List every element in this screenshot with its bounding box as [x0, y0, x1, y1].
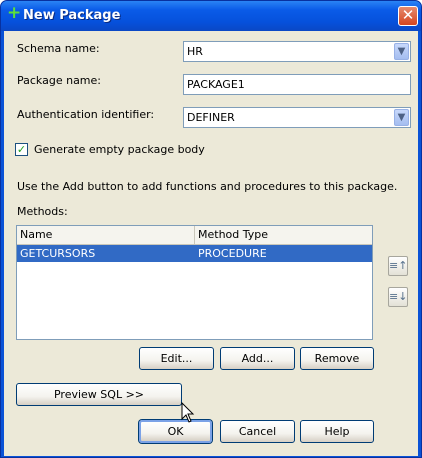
dialog-window: + New Package ✕ Schema name: HR ▼ Packag… — [0, 0, 422, 458]
dialog-body: Schema name: HR ▼ Package name: Authenti… — [4, 31, 418, 456]
table-row[interactable]: GETCURSORS PROCEDURE — [17, 245, 372, 262]
schema-name-label: Schema name: — [17, 42, 100, 55]
remove-button[interactable]: Remove — [300, 347, 374, 370]
auth-identifier-value: DEFINER — [187, 111, 235, 124]
auth-identifier-combo[interactable]: DEFINER ▼ — [183, 107, 411, 128]
title-bar[interactable]: + New Package ✕ — [1, 1, 421, 31]
edit-button[interactable]: Edit... — [139, 347, 214, 370]
chevron-down-icon[interactable]: ▼ — [394, 109, 409, 126]
schema-name-value: HR — [187, 45, 203, 58]
package-name-input[interactable] — [183, 74, 411, 95]
preview-sql-button[interactable]: Preview SQL >> — [16, 383, 182, 406]
methods-label: Methods: — [17, 205, 68, 218]
auth-identifier-label: Authentication identifier: — [17, 108, 155, 121]
row-name-cell: GETCURSORS — [20, 247, 96, 260]
column-header-name[interactable]: Name — [17, 226, 195, 244]
hint-text: Use the Add button to add functions and … — [17, 180, 398, 193]
generate-body-checkbox[interactable]: ✓ — [15, 143, 28, 156]
table-header: Name Method Type — [17, 226, 372, 245]
mouse-pointer-icon — [181, 402, 195, 423]
move-down-icon: ≡↓ — [389, 290, 408, 303]
ok-button[interactable]: OK — [139, 420, 212, 443]
move-up-icon: ≡↑ — [389, 259, 408, 272]
move-down-button[interactable]: ≡↓ — [388, 287, 408, 307]
plus-icon: + — [7, 3, 22, 23]
chevron-down-icon[interactable]: ▼ — [394, 43, 409, 60]
generate-body-label: Generate empty package body — [34, 143, 205, 156]
cancel-button[interactable]: Cancel — [220, 420, 295, 443]
row-type-cell: PROCEDURE — [198, 247, 267, 260]
dialog-title: New Package — [23, 8, 121, 23]
methods-table[interactable]: Name Method Type GETCURSORS PROCEDURE — [16, 225, 373, 340]
close-button[interactable]: ✕ — [398, 6, 418, 26]
add-button[interactable]: Add... — [220, 347, 295, 370]
close-icon: ✕ — [401, 6, 415, 24]
schema-name-combo[interactable]: HR ▼ — [183, 41, 411, 62]
help-button[interactable]: Help — [300, 420, 374, 443]
move-up-button[interactable]: ≡↑ — [388, 256, 408, 276]
column-header-method-type[interactable]: Method Type — [195, 226, 372, 244]
checkmark-icon: ✓ — [16, 143, 27, 156]
package-name-label: Package name: — [17, 74, 101, 87]
